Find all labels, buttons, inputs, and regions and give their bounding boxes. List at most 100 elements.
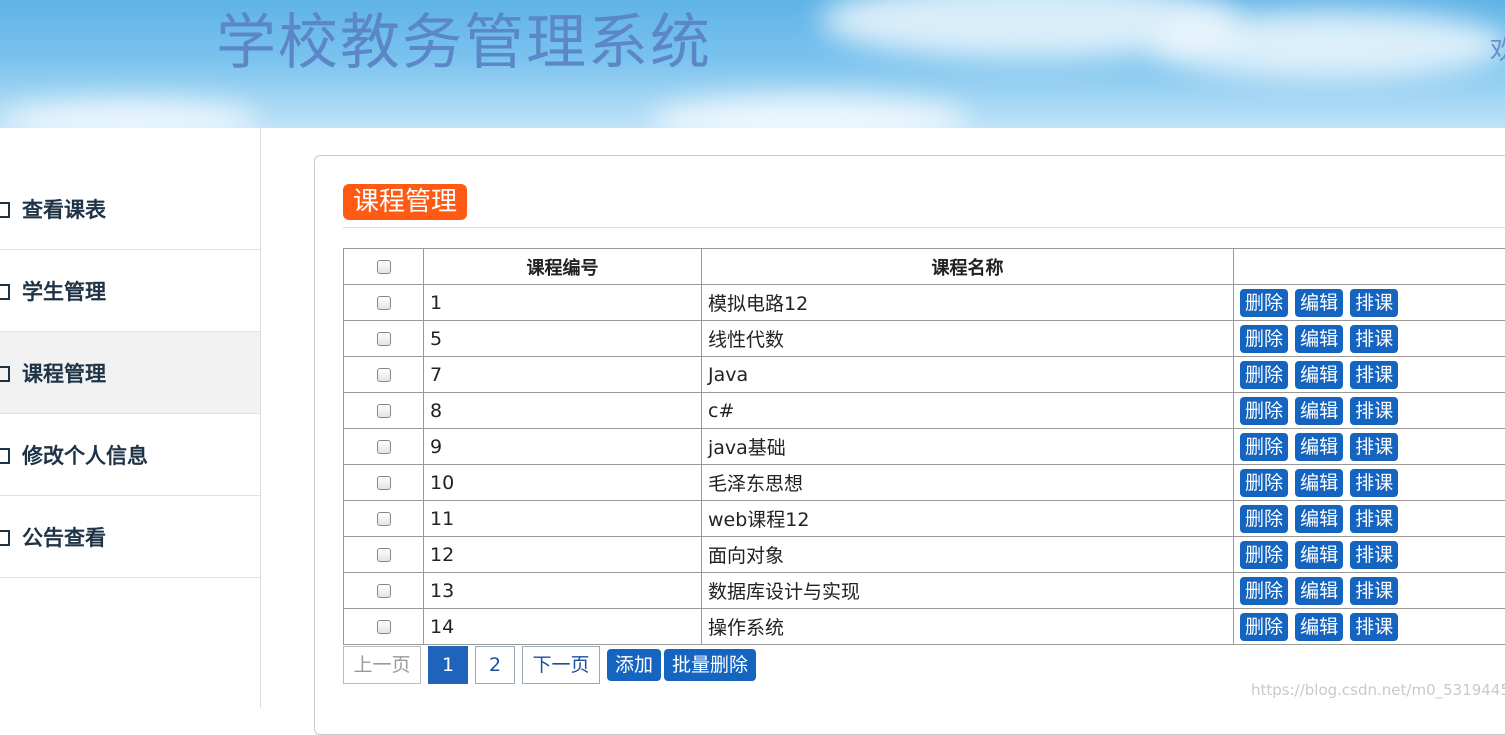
row-select-cell [344,357,424,393]
table-row: 10毛泽东思想删除 编辑 排课 [344,465,1505,501]
edit-button[interactable]: 编辑 [1295,397,1343,425]
row-select-cell [344,285,424,321]
divider [343,227,1505,228]
delete-button[interactable]: 删除 [1240,613,1288,641]
add-course-button[interactable]: 添加 [607,649,661,681]
welcome-text: 欢 [1490,30,1505,67]
edit-button[interactable]: 编辑 [1295,541,1343,569]
content-panel: 课程管理 课程编号 课程名称 1模拟电路12删除 编辑 排课5线性代数删除 编辑… [314,155,1505,735]
header-banner: 学校教务管理系统 欢 [0,0,1505,128]
table-header-row: 课程编号 课程名称 [344,249,1505,285]
delete-button[interactable]: 删除 [1240,361,1288,389]
row-checkbox[interactable] [377,440,391,454]
edit-button[interactable]: 编辑 [1295,361,1343,389]
edit-button[interactable]: 编辑 [1295,289,1343,317]
row-select-cell [344,393,424,429]
course-name-cell: 操作系统 [702,609,1234,645]
course-id-cell: 10 [424,465,702,501]
sidebar-item-label: 学生管理 [22,276,106,306]
edit-button[interactable]: 编辑 [1295,325,1343,353]
sidebar-item-announcements[interactable]: 公告查看 [0,496,260,578]
schedule-button[interactable]: 排课 [1350,613,1398,641]
delete-button[interactable]: 删除 [1240,289,1288,317]
schedule-button[interactable]: 排课 [1350,505,1398,533]
table-row: 12面向对象删除 编辑 排课 [344,537,1505,573]
sidebar-item-course-management[interactable]: 课程管理 [0,332,260,414]
row-checkbox[interactable] [377,512,391,526]
delete-button[interactable]: 删除 [1240,433,1288,461]
document-icon [0,529,12,545]
page-title: 课程管理 [343,184,467,220]
column-header-actions [1234,249,1505,285]
pagination: 上一页 1 2 下一页 添加 批量删除 [343,646,759,684]
course-id-cell: 5 [424,321,702,357]
schedule-button[interactable]: 排课 [1350,289,1398,317]
table-row: 5线性代数删除 编辑 排课 [344,321,1505,357]
row-checkbox[interactable] [377,404,391,418]
sidebar: 查看课表 学生管理 课程管理 修改个人信息 公告查看 [0,128,261,708]
list-icon [0,283,12,299]
row-select-cell [344,465,424,501]
row-checkbox[interactable] [377,368,391,382]
schedule-button[interactable]: 排课 [1350,361,1398,389]
list-icon [0,365,12,381]
course-name-cell: 线性代数 [702,321,1234,357]
edit-button[interactable]: 编辑 [1295,469,1343,497]
page-2-button[interactable]: 2 [475,646,515,684]
sidebar-item-view-schedule[interactable]: 查看课表 [0,168,260,250]
delete-button[interactable]: 删除 [1240,577,1288,605]
schedule-button[interactable]: 排课 [1350,433,1398,461]
batch-delete-button[interactable]: 批量删除 [664,649,756,681]
course-name-cell: 数据库设计与实现 [702,573,1234,609]
course-id-cell: 13 [424,573,702,609]
column-header-course-name: 课程名称 [702,249,1234,285]
delete-button[interactable]: 删除 [1240,325,1288,353]
row-checkbox[interactable] [377,476,391,490]
edit-button[interactable]: 编辑 [1295,613,1343,641]
sidebar-item-student-management[interactable]: 学生管理 [0,250,260,332]
course-id-cell: 7 [424,357,702,393]
schedule-button[interactable]: 排课 [1350,397,1398,425]
course-table: 课程编号 课程名称 1模拟电路12删除 编辑 排课5线性代数删除 编辑 排课7J… [343,248,1505,645]
row-checkbox[interactable] [377,548,391,562]
prev-page-button[interactable]: 上一页 [343,646,421,684]
delete-button[interactable]: 删除 [1240,541,1288,569]
delete-button[interactable]: 删除 [1240,505,1288,533]
select-all-checkbox[interactable] [377,260,391,274]
sidebar-item-label: 课程管理 [22,358,106,388]
row-checkbox[interactable] [377,296,391,310]
course-name-cell: 面向对象 [702,537,1234,573]
sidebar-item-edit-profile[interactable]: 修改个人信息 [0,414,260,496]
row-select-cell [344,573,424,609]
schedule-button[interactable]: 排课 [1350,541,1398,569]
page-1-button[interactable]: 1 [428,646,468,684]
sidebar-item-label: 查看课表 [22,194,106,224]
schedule-button[interactable]: 排课 [1350,577,1398,605]
row-checkbox[interactable] [377,620,391,634]
next-page-button[interactable]: 下一页 [522,646,600,684]
course-id-cell: 9 [424,429,702,465]
row-checkbox[interactable] [377,332,391,346]
column-header-course-id: 课程编号 [424,249,702,285]
actions-cell: 删除 编辑 排课 [1234,465,1505,501]
schedule-button[interactable]: 排课 [1350,469,1398,497]
row-checkbox[interactable] [377,584,391,598]
table-row: 11web课程12删除 编辑 排课 [344,501,1505,537]
edit-button[interactable]: 编辑 [1295,433,1343,461]
row-select-cell [344,609,424,645]
edit-button[interactable]: 编辑 [1295,577,1343,605]
row-select-cell [344,321,424,357]
delete-button[interactable]: 删除 [1240,469,1288,497]
sidebar-item-label: 修改个人信息 [22,440,148,470]
course-id-cell: 11 [424,501,702,537]
actions-cell: 删除 编辑 排课 [1234,573,1505,609]
table-row: 1模拟电路12删除 编辑 排课 [344,285,1505,321]
edit-button[interactable]: 编辑 [1295,505,1343,533]
sidebar-item-label: 公告查看 [22,522,106,552]
schedule-button[interactable]: 排课 [1350,325,1398,353]
course-name-cell: 模拟电路12 [702,285,1234,321]
app-title: 学校教务管理系统 [216,0,712,81]
course-name-cell: java基础 [702,429,1234,465]
delete-button[interactable]: 删除 [1240,397,1288,425]
table-row: 13数据库设计与实现删除 编辑 排课 [344,573,1505,609]
